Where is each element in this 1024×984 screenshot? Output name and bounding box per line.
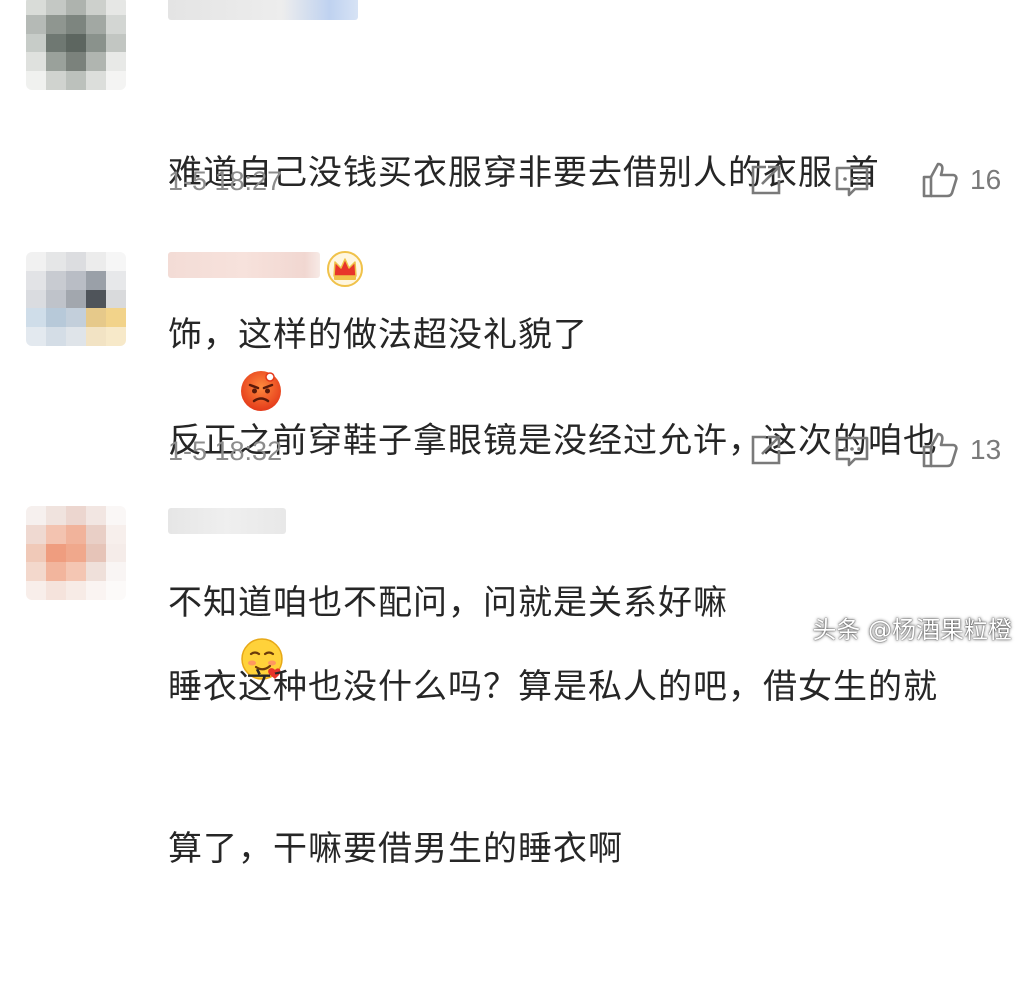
reply-button[interactable]: [833, 432, 871, 470]
comment-icon: [835, 166, 869, 197]
comment-text-line: 反正之前穿鞋子拿眼镜是没经过允许，这次的咱也: [168, 421, 938, 461]
like-count: 16: [970, 164, 1002, 195]
comment-time: 1-5 18:32: [168, 436, 283, 466]
share-icon: [751, 165, 781, 195]
avatar[interactable]: [26, 0, 126, 90]
avatar[interactable]: [26, 506, 126, 600]
comment-text-line: 睡衣这种也没什么吗？算是私人的吧，借女生的就: [168, 667, 938, 707]
comment-time: 1-5 18:27: [168, 166, 283, 196]
crown-icon: [327, 251, 363, 287]
share-icon: [751, 435, 781, 465]
comment-text-line: 难道自己没钱买衣服穿非要去借别人的衣服 首: [168, 153, 880, 193]
thumbs-up-icon: [922, 162, 958, 198]
like-count: 13: [970, 434, 1002, 465]
username[interactable]: [168, 252, 320, 278]
avatar[interactable]: [26, 252, 126, 346]
thumbs-up-icon: [922, 432, 958, 468]
like-button[interactable]: 13: [920, 430, 1001, 470]
share-button[interactable]: [746, 432, 784, 470]
share-button[interactable]: [746, 162, 784, 200]
comment-text-line: 算了，干嘛要借男生的睡衣啊: [168, 829, 623, 869]
comment-icon: [835, 436, 869, 467]
username[interactable]: [168, 508, 286, 534]
watermark: 头条 @杨酒果粒橙: [812, 616, 1012, 644]
like-button[interactable]: 16: [920, 160, 1001, 200]
reply-button[interactable]: [833, 162, 871, 200]
username[interactable]: [168, 0, 358, 20]
